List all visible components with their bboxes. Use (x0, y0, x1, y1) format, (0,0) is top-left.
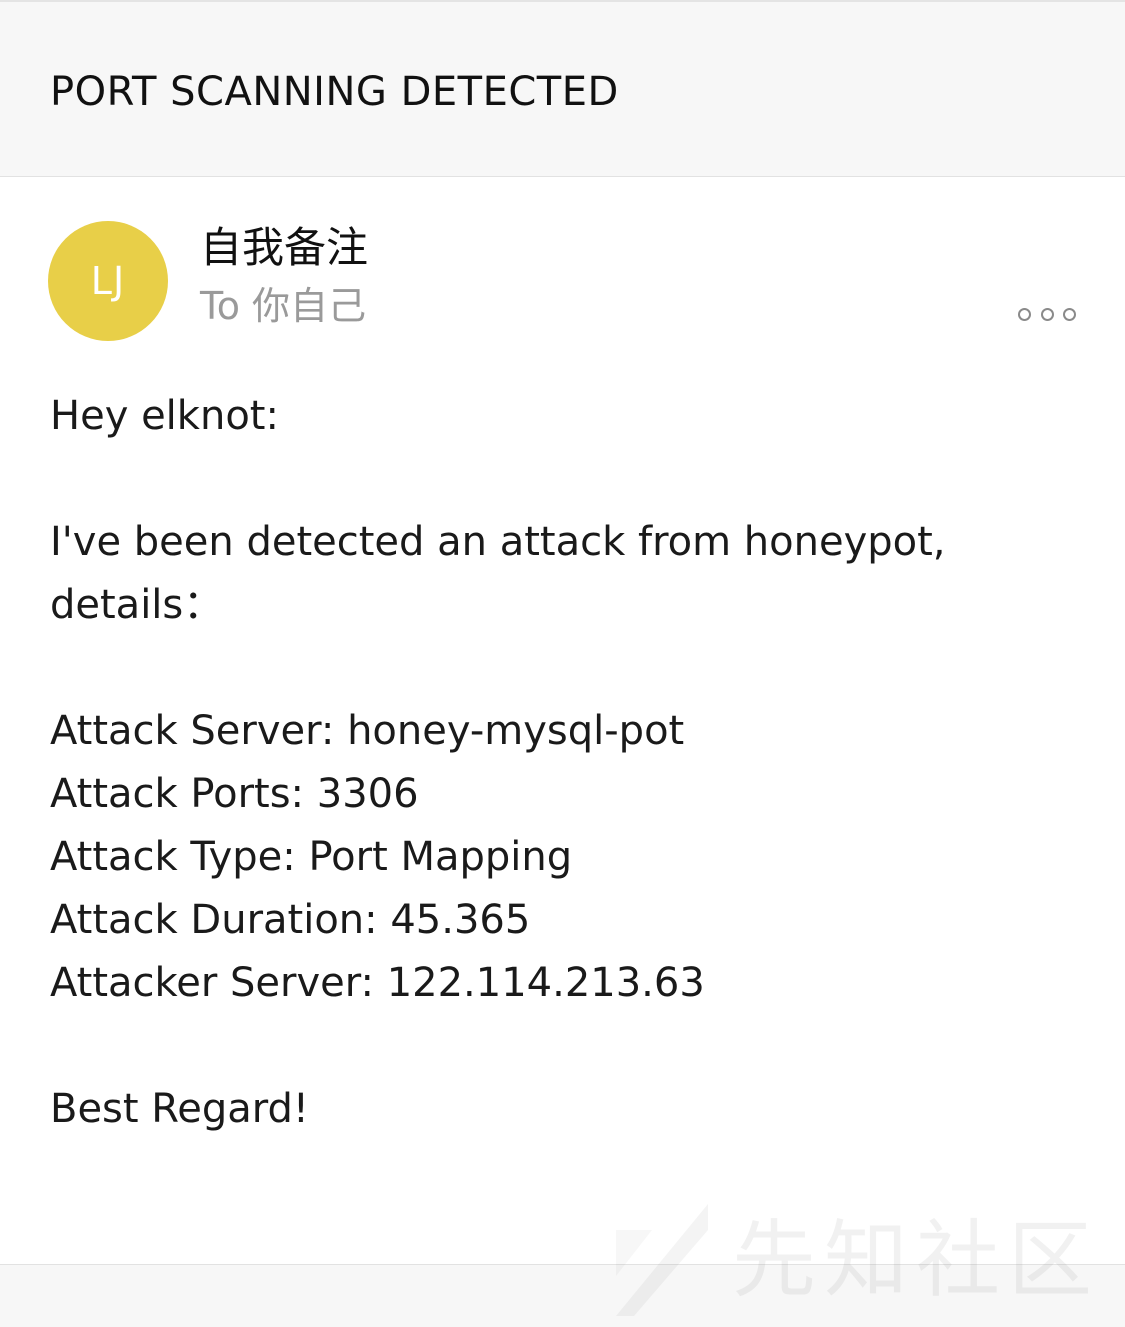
to-label: To (200, 284, 241, 328)
intro-line: I've been detected an attack from honeyp… (50, 519, 946, 565)
more-dot (1063, 307, 1076, 321)
watermark-text: 先知社区 (732, 1211, 1101, 1309)
more-dot (1040, 307, 1054, 321)
sender-avatar[interactable]: LJ (48, 221, 168, 341)
greeting: Hey elknot: (50, 393, 279, 439)
detail-attack-type: Attack Type: Port Mapping (50, 834, 573, 880)
recipient-name[interactable]: 你自己 (252, 284, 366, 328)
sender-name[interactable]: 自我备注 (200, 222, 368, 274)
recipient-line: To 你自己 (200, 282, 366, 330)
detail-attacker-server: Attacker Server: 122.114.213.63 (50, 960, 705, 1006)
intro-line: details： (50, 582, 224, 628)
closing: Best Regard! (50, 1086, 309, 1132)
detail-attack-ports: Attack Ports: 3306 (50, 771, 419, 817)
email-subject: PORT SCANNING DETECTED (50, 69, 619, 115)
subject-header: PORT SCANNING DETECTED (0, 0, 1125, 177)
email-view: PORT SCANNING DETECTED LJ 自我备注 To 你自己 Hey… (0, 0, 1125, 1327)
detail-attack-server: Attack Server: honey-mysql-pot (50, 708, 685, 754)
watermark-logo-icon (616, 1204, 708, 1316)
detail-attack-duration: Attack Duration: 45.365 (50, 897, 531, 943)
watermark: 先知社区 (612, 1200, 1102, 1320)
more-dot (1018, 307, 1031, 321)
more-options-icon[interactable] (1014, 300, 1080, 328)
